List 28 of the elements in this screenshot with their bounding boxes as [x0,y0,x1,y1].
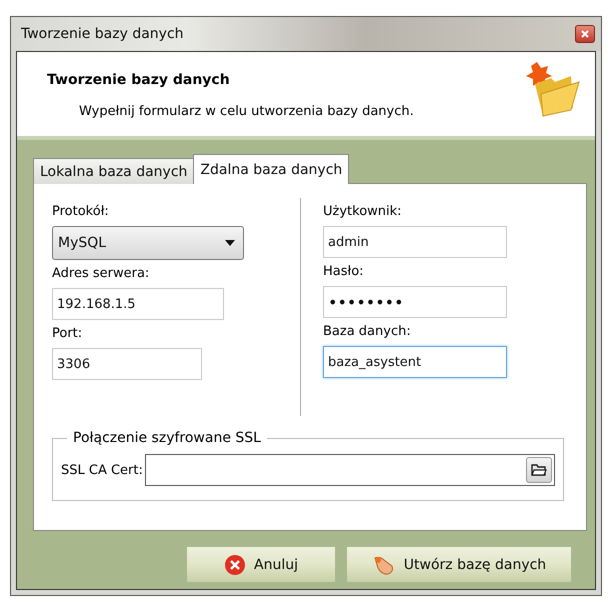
input-field[interactable]: admin [323,226,507,258]
field-label: Baza danych: [323,324,412,339]
input-field[interactable]: 192.168.1.5 [52,288,224,320]
close-button[interactable] [575,25,595,43]
field-label: Hasło: [323,264,365,279]
cancel-button[interactable]: Anuluj [187,547,335,582]
header-subtitle: Wypełnij formularz w celu utworzenia bazy danych. [79,104,414,119]
input-field[interactable]: baza_asystent [323,346,507,378]
input-field[interactable]: 3306 [52,348,202,380]
field-label: SSL CA Cert: [61,462,143,478]
header-title: Tworzenie bazy danych [47,72,231,88]
field-label: Protokół: [52,204,110,219]
tab[interactable]: Lokalna baza danych [33,158,194,184]
field-label: Port: [52,326,84,341]
certificate-field[interactable] [144,454,555,486]
group-title: Połączenie szyfrowane SSL [72,430,262,446]
tab[interactable]: Zdalna baza danych [193,154,350,184]
create-button[interactable]: Utwórz bazę danych [347,547,571,582]
field-label: Użytkownik: [323,204,403,219]
close-icon [581,30,589,38]
browse-button[interactable] [526,457,552,483]
window-title: Tworzenie bazy danych [21,26,184,42]
caret-icon [225,240,235,246]
password-field[interactable]: •••••••• [323,286,507,318]
field-label: Adres serwera: [52,266,150,281]
protocol-dropdown[interactable]: MySQL [52,226,244,260]
cancel-icon [224,554,246,576]
folder-icon [531,463,547,477]
